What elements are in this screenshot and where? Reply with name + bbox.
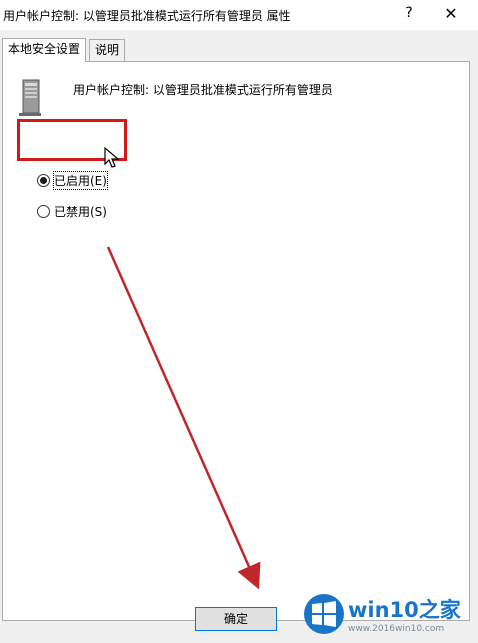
annotation-arrow: [106, 246, 261, 590]
tab-local-security-setting[interactable]: 本地安全设置: [2, 38, 87, 62]
win10-logo-icon: [304, 594, 344, 634]
watermark-name: win10之家: [348, 598, 461, 622]
watermark: win10之家 www.2016win10.com: [300, 586, 478, 643]
watermark-url: www.2016win10.com: [348, 624, 445, 634]
